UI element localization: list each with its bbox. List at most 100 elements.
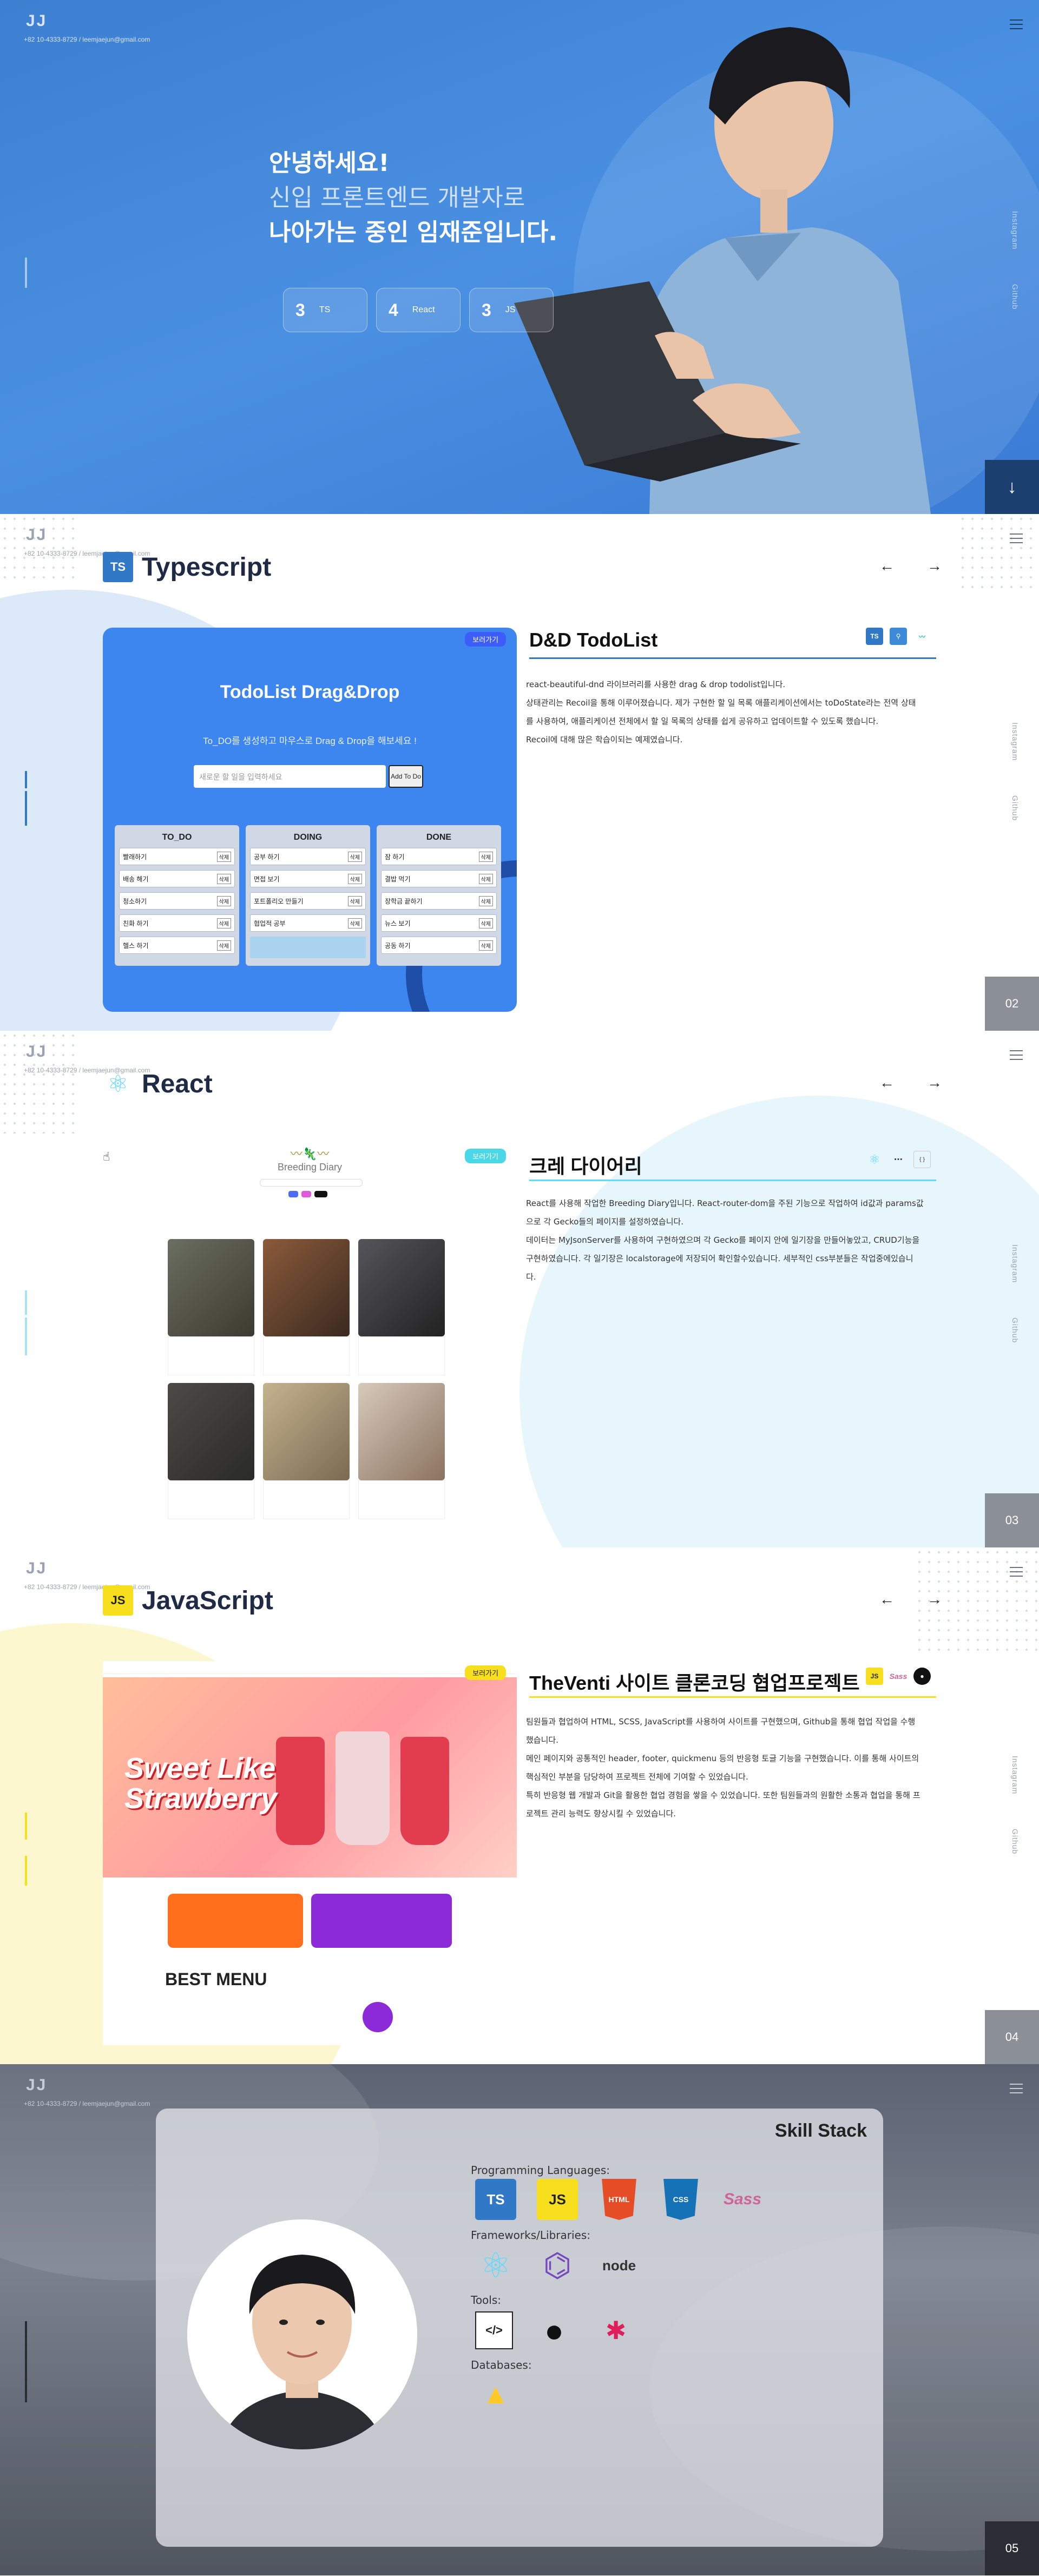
todo-column: TO_DO 빨래하기 삭제 배송 해기 삭제 청소하기 삭제 친화 하기 삭제 헬스 하… [115,825,239,966]
title-underline [529,1180,936,1181]
gecko-grid [168,1239,445,1519]
promo-banner-purple [311,1894,452,1948]
github-link[interactable]: Github [1011,1829,1020,1854]
gecko-card [358,1383,445,1519]
project-screenshot[interactable]: TodoList Drag&Drop To_DO를 생성하고 마우스로 Drag… [103,628,517,1012]
todo-item: 헬스 하기 삭제 [119,937,235,954]
typescript-section: JJ +82 10-4333-8729 / leemjaejun@gmail.c… [0,514,1039,1031]
github-link[interactable]: Github [1011,1317,1020,1343]
gecko-card [263,1239,350,1375]
carousel-arrows: ← → [879,1591,942,1608]
menu-icon[interactable] [1010,1567,1023,1577]
arrow-right-icon[interactable]: → [927,557,942,575]
dot-pattern [958,514,1039,595]
todo-app-mock: TodoList Drag&Drop To_DO를 생성하고 마우스로 Drag… [103,628,517,1012]
section-indicator [25,791,27,826]
menu-icon[interactable] [1010,2084,1023,2093]
recoil-icon: ⚲ [890,628,907,645]
instagram-link[interactable]: Instagram [1011,1244,1020,1283]
section-indicator [25,1290,27,1315]
site-hero-banner: Sweet Like Strawberry [103,1677,517,1877]
brand-logo[interactable]: JJ [26,2076,47,2094]
visit-button[interactable]: 보러가기 [465,632,506,647]
drop-zone [250,937,366,958]
brand-logo[interactable]: JJ [26,526,47,544]
stat-label: TS [319,305,331,314]
hero-section: JJ +82 10-4333-8729 / leemjaejun@gmail.c… [0,0,1039,514]
project-screenshot[interactable]: Sweet Like Strawberry BEST MENU 보러가기 [103,1661,517,2045]
todo-columns: TO_DO 빨래하기 삭제 배송 해기 삭제 청소하기 삭제 친화 하기 삭제 헬스 하… [115,825,501,966]
firebase-icon: ▲ [482,2379,510,2410]
stat-number: 3 [482,300,491,320]
hero-slogan: Sweet Like Strawberry [124,1752,278,1815]
instagram-link[interactable]: Instagram [1011,1756,1020,1794]
project-title: D&D TodoList [529,629,658,651]
router-icon: ⋯ [894,1155,903,1164]
add-todo-button: Add To Do [389,765,423,788]
todo-heading: TodoList Drag&Drop [220,682,400,702]
arrow-right-icon[interactable]: → [927,1591,942,1608]
brand-logo[interactable]: JJ [26,1043,47,1061]
instagram-link[interactable]: Instagram [1011,211,1020,249]
breeding-diary-mock: ☝ 〰🦎〰 Breeding Diary [103,1144,517,1529]
hero-greeting: 안녕하세요! 신입 프론트엔드 개발자로 나아가는 중인 임재준입니다. [269,146,557,250]
instagram-link[interactable]: Instagram [1011,722,1020,761]
hero-line-3: 나아가는 중인 임재준입니다. [269,219,558,246]
language-icons: TS JS HTML CSS Sass [475,2179,763,2220]
todo-item: 청소하기 삭제 [119,892,235,910]
scroll-down-button[interactable]: ↓ [985,460,1039,514]
stat-react[interactable]: 4 React [376,288,461,332]
arrow-right-icon[interactable]: → [927,1074,942,1091]
gecko-logo: 〰🦎〰 [290,1147,330,1161]
column-title: DONE [426,833,452,842]
quick-search-button [363,2002,393,2032]
arrow-left-icon[interactable]: ← [879,557,895,575]
section-indicator [25,1813,27,1840]
project-description: React를 사용해 작업한 Breeding Diary입니다. React-… [526,1198,924,1282]
todo-item: 공동 하기 삭제 [381,937,497,954]
arrow-down-icon: ↓ [1007,476,1017,497]
project-screenshot[interactable]: ☝ 〰🦎〰 Breeding Diary 보러가기 [103,1144,517,1529]
site-nav [103,1661,517,1674]
promo-banner-orange [168,1894,303,1948]
github-link[interactable]: Github [1011,284,1020,309]
menu-icon[interactable] [1010,19,1023,29]
contact-info: +82 10-4333-8729 / leemjaejun@gmail.com [24,2100,150,2107]
category-label: Frameworks/Libraries: [471,2229,590,2242]
visit-button[interactable]: 보러가기 [465,1665,506,1680]
database-icons: ▲ [475,2374,516,2415]
diary-name: Breeding Diary [277,1162,343,1172]
visit-button[interactable]: 보러가기 [465,1149,506,1163]
typescript-icon: TS [866,628,883,645]
gecko-card [168,1383,254,1519]
todo-item: 장학금 끝하기 삭제 [381,892,497,910]
styled-components-icon: 〰 [918,633,925,641]
contact-info: +82 10-4333-8729 / leemjaejun@gmail.com [24,36,150,43]
vscode-icon: </> [475,2311,513,2349]
todo-input: 새로운 할 일을 입력하세요 [194,765,386,788]
stat-label: React [412,305,435,314]
theventi-site-mock: Sweet Like Strawberry BEST MENU [103,1661,517,2045]
page-number: 05 [985,2521,1039,2575]
brand-logo[interactable]: JJ [26,12,47,30]
menu-icon[interactable] [1010,533,1023,543]
nav-tabs [260,1179,363,1187]
page-number: 03 [985,1493,1039,1547]
css3-icon: CSS [663,2179,698,2220]
arrow-left-icon[interactable]: ← [879,1591,895,1608]
doing-column: DOING 공부 하기 삭제 면접 보기 삭제 포트폴리오 만들기 삭제 협업적 공부… [246,825,370,966]
typescript-icon: TS [103,552,133,582]
category-label: Databases: [471,2358,532,2371]
section-indicator [25,771,27,788]
todo-item: 협업적 공부 삭제 [250,914,366,932]
brand-logo[interactable]: JJ [26,1559,47,1578]
framework-icons: ⚛ ⌬ node [475,2245,640,2286]
stat-js[interactable]: 3 JS [469,288,554,332]
arrow-left-icon[interactable]: ← [879,1074,895,1091]
javascript-icon: JS [866,1668,883,1685]
menu-icon[interactable] [1010,1050,1023,1060]
hero-line-2: 신입 프론트엔드 개발자로 [269,184,525,212]
stat-ts[interactable]: 3 TS [283,288,367,332]
section-title: TS Typescript [103,552,271,582]
github-link[interactable]: Github [1011,795,1020,821]
